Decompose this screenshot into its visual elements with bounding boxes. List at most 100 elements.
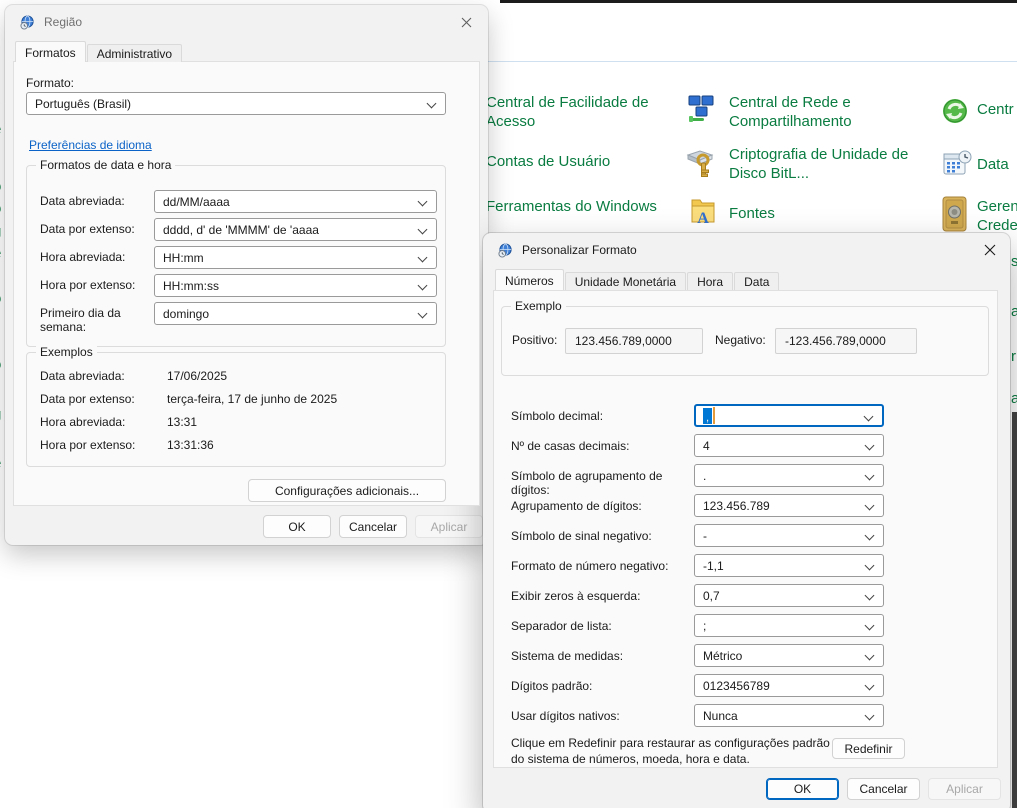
region-cancel-button[interactable]: Cancelar [339,515,407,538]
chevron-down-icon [865,651,875,661]
cp-item-ease-of-access[interactable]: Central de Facilidade de Acesso [486,93,654,131]
cp-item-fonts[interactable]: Fontes [729,204,829,223]
screen: Central de Facilidade de Acesso Central … [0,0,1017,808]
text-selection: , [703,407,715,424]
customize-close-button[interactable] [980,240,1000,260]
chevron-down-icon [865,561,875,571]
region-tab[interactable]: Formatos [15,41,86,62]
region-ok-button[interactable]: OK [263,515,331,538]
region-tab[interactable]: Administrativo [87,44,182,62]
setting-combobox[interactable]: 123.456.789 123.456.789 [694,494,884,517]
background-dark-window-edge [1012,412,1017,808]
format-row: Data por extenso: dddd, d' de 'MMMM' de … [27,218,445,246]
text-fragment: s [1011,253,1017,271]
region-tabs: FormatosAdministrativo [15,42,183,62]
setting-row: Formato de número negativo: -1,1 -1,1 [494,554,997,578]
setting-combobox[interactable]: 0123456789 0123456789 [694,674,884,697]
setting-combobox[interactable]: . . [694,464,884,487]
chevron-down-icon [427,99,437,109]
cp-item-windows-tools[interactable]: Ferramentas do Windows [486,197,676,216]
chevron-down-icon [865,501,875,511]
example-row: Hora por extenso: 13:31:36 [27,434,445,457]
region-apply-button[interactable]: Aplicar [415,515,483,538]
fonts-icon[interactable]: A [690,196,716,231]
customize-apply-button[interactable]: Aplicar [928,778,1001,800]
bitlocker-icon[interactable] [686,147,716,184]
background-window-edge [500,0,1017,3]
reset-button[interactable]: Redefinir [832,738,905,759]
chevron-down-icon [865,591,875,601]
reset-description: Clique em Redefinir para restaurar as co… [511,735,841,767]
additional-settings-button[interactable]: Configurações adicionais... [248,479,446,502]
format-combobox[interactable]: dddd, d' de 'MMMM' de 'aaaa [154,218,437,241]
positive-label: Positivo: [512,333,557,347]
chevron-down-icon [865,681,875,691]
format-combobox[interactable]: HH:mm [154,246,437,269]
customize-ok-button[interactable]: OK [766,778,839,800]
text-fragment: a [1011,303,1017,321]
setting-combobox[interactable]: -1,1 -1,1 [694,554,884,577]
customize-cancel-button[interactable]: Cancelar [847,778,920,800]
chevron-down-icon [865,471,875,481]
setting-combobox[interactable]: - - [694,524,884,547]
region-close-button[interactable] [456,12,476,32]
setting-combobox[interactable]: ; ; [694,614,884,637]
example-group-title: Exemplo [511,299,566,313]
setting-combobox[interactable]: 4 4 [694,434,884,457]
setting-row: Usar dígitos nativos: Nunca Nunca [494,704,997,728]
customize-tab[interactable]: Data [734,272,779,290]
cp-item-bitlocker[interactable]: Criptografia de Unidade de Disco BitL... [729,145,927,183]
examples-group: Exemplos Data abreviada: 17/06/2025 Data… [26,352,446,467]
sync-center-icon[interactable] [941,97,969,130]
example-group: Exemplo Positivo: 123.456.789,0000 Negat… [501,306,989,376]
cp-item-network-sharing[interactable]: Central de Rede e Compartilhamento [729,93,913,131]
format-combobox[interactable]: dd/MM/aaaa [154,190,437,213]
customize-tabs: NúmerosUnidade MonetáriaHoraData [495,270,780,290]
setting-combobox[interactable]: , , [694,404,884,427]
chevron-down-icon [418,309,428,319]
format-label: Formato: [26,76,74,90]
cp-item-sync-center[interactable]: Centr [977,100,1017,119]
positive-example-field: 123.456.789,0000 [565,328,703,354]
cp-item-user-accounts[interactable]: Contas de Usuário [486,152,661,171]
chevron-down-icon [865,621,875,631]
format-row: Hora abreviada: HH:mm [27,246,445,274]
format-row: Primeiro dia da semana: domingo [27,302,445,330]
text-fragment: a [1011,390,1017,408]
chevron-down-icon [865,441,875,451]
text-caret [713,407,715,424]
setting-row: Exibir zeros à esquerda: 0,7 0,7 [494,584,997,608]
language-preferences-link[interactable]: Preferências de idioma [29,138,152,152]
setting-combobox[interactable]: Métrico Métrico [694,644,884,667]
format-combobox[interactable]: domingo [154,302,437,325]
cp-item-credential-manager[interactable]: Geren Crede [977,197,1017,235]
date-time-icon[interactable] [943,150,972,183]
chevron-down-icon [864,412,874,422]
negative-example-field: -123.456.789,0000 [775,328,917,354]
format-combobox[interactable]: Português (Brasil) [26,92,446,115]
format-combobox[interactable]: HH:mm:ss [154,274,437,297]
network-icon[interactable] [688,95,715,129]
chevron-down-icon [865,531,875,541]
setting-row: Sistema de medidas: Métrico Métrico [494,644,997,668]
chevron-down-icon [418,197,428,207]
setting-combobox[interactable]: Nunca Nunca [694,704,884,727]
customize-dialog-title: Personalizar Formato [522,243,637,257]
format-row: Hora por extenso: HH:mm:ss [27,274,445,302]
setting-row: Dígitos padrão: 0123456789 0123456789 [494,674,997,698]
globe-icon [20,15,35,30]
example-row: Data abreviada: 17/06/2025 [27,365,445,388]
customize-tab[interactable]: Unidade Monetária [565,272,686,290]
chevron-down-icon [418,281,428,291]
setting-row: Agrupamento de dígitos: 123.456.789 123.… [494,494,997,518]
setting-row: Símbolo de sinal negativo: - - [494,524,997,548]
numbers-tab-page: Exemplo Positivo: 123.456.789,0000 Negat… [493,290,998,768]
customize-tab[interactable]: Hora [687,272,733,290]
setting-combobox[interactable]: 0,7 0,7 [694,584,884,607]
datetime-formats-group-title: Formatos de data e hora [36,158,175,172]
customize-tab[interactable]: Números [495,269,564,290]
region-titlebar: Região [5,5,488,39]
cp-item-date-time[interactable]: Data [977,155,1017,174]
chevron-down-icon [865,711,875,721]
customize-titlebar: Personalizar Formato [483,233,1010,267]
